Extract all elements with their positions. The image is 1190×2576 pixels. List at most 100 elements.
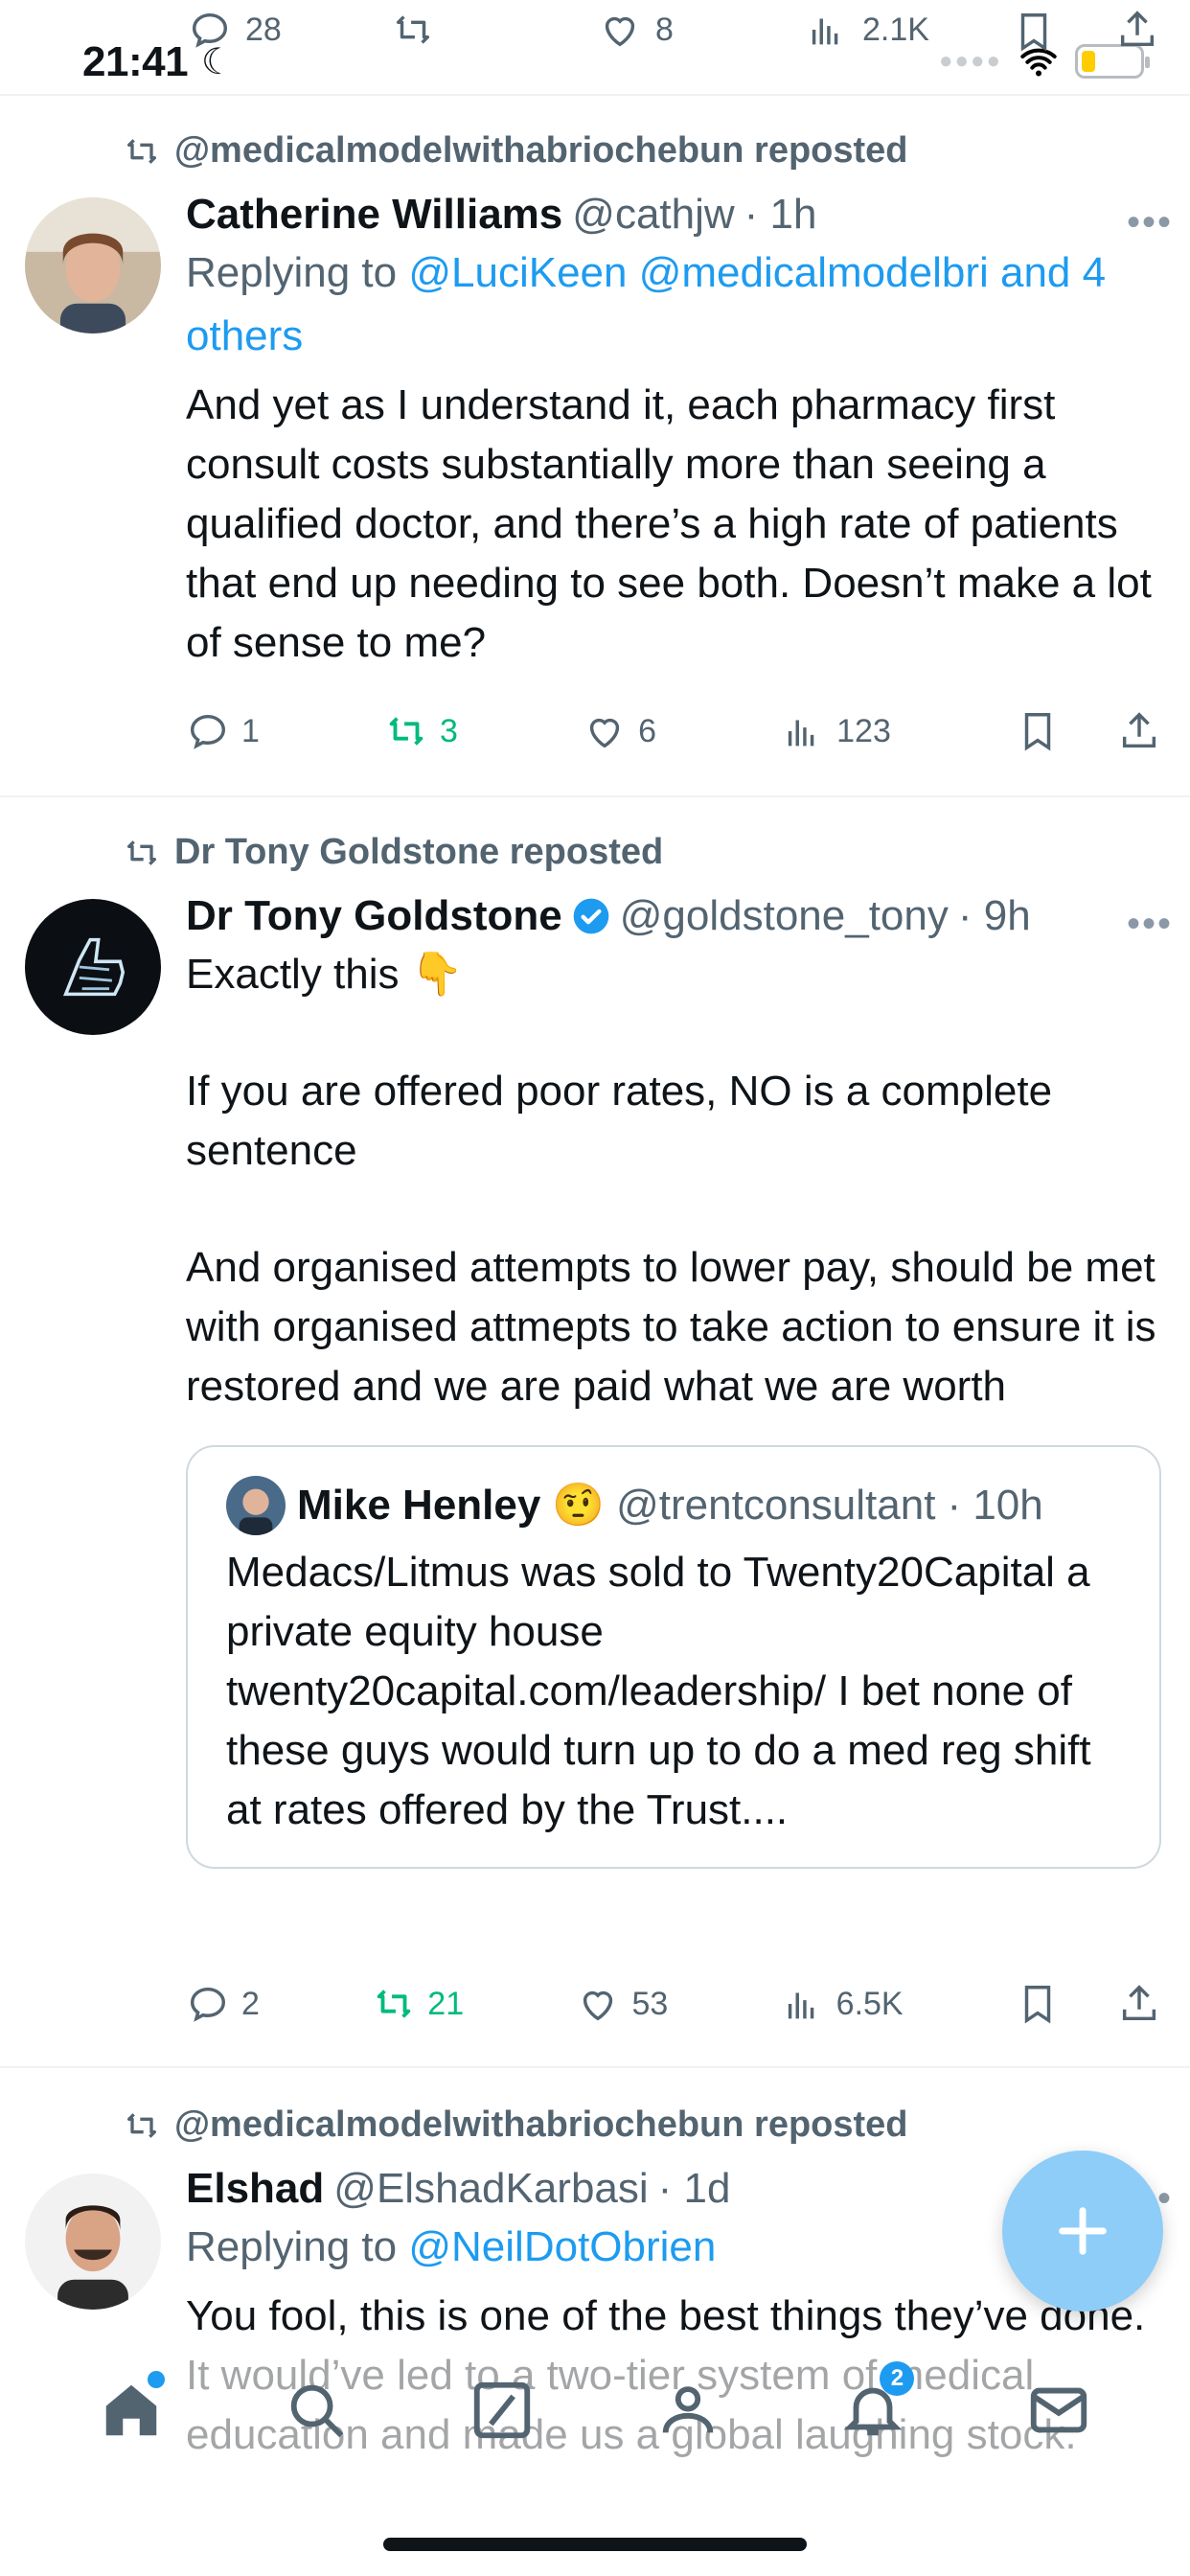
reply-button[interactable]: 1 <box>186 709 260 753</box>
avatar[interactable] <box>25 2174 161 2310</box>
replying-to-users[interactable]: @NeilDotObrien <box>408 2223 716 2270</box>
repost-indicator: @medicalmodelwithabriochebun reposted <box>123 2104 908 2146</box>
mail-icon <box>1030 2387 1087 2433</box>
heart-icon <box>589 718 620 748</box>
repost-icon <box>127 840 156 865</box>
repost-count: 21 <box>427 1985 465 2022</box>
repost-by-label: @medicalmodelwithabriochebun reposted <box>174 130 908 171</box>
reply-icon <box>190 1987 226 2022</box>
views-button[interactable]: 123 <box>781 709 891 753</box>
quote-author-handle: @trentconsultant <box>616 1482 936 1529</box>
reply-count: 2 <box>241 1985 260 2022</box>
views-count: 123 <box>836 712 891 749</box>
nav-communities[interactable] <box>654 2377 721 2444</box>
verified-badge-icon <box>573 898 609 934</box>
author-name[interactable]: Elshad <box>186 2162 324 2216</box>
prev-reply-count: 28 <box>245 11 282 48</box>
repost-icon <box>127 2112 156 2138</box>
tweet-time[interactable]: · 9h <box>958 889 1031 943</box>
tweet-actions: 1 3 6 123 <box>186 709 1161 753</box>
communities-icon <box>662 2386 714 2433</box>
tweet-text-line3: And organised attempts to lower pay, sho… <box>186 1244 1156 1410</box>
tweet-catherine-williams[interactable]: @medicalmodelwithabriochebun reposted Ca… <box>0 96 1190 797</box>
views-count: 6.5K <box>835 1985 904 2022</box>
tweet-text: And yet as I understand it, each pharmac… <box>186 381 1152 666</box>
avatar[interactable] <box>25 899 161 1035</box>
reply-count: 1 <box>241 712 260 749</box>
like-count: 53 <box>631 1985 669 2022</box>
views-icon <box>788 1992 813 2019</box>
quote-author-emoji: 🤨 <box>552 1482 606 1529</box>
views-icon <box>788 720 814 747</box>
tweet-time[interactable]: · 1d <box>658 2162 731 2216</box>
repost-button[interactable]: 3 <box>384 709 458 753</box>
tweet-text-line2: If you are offered poor rates, NO is a c… <box>186 1068 1053 1174</box>
views-icon <box>812 18 838 45</box>
prev-like-count: 8 <box>655 11 674 48</box>
prev-like-action[interactable]: 8 <box>598 8 674 52</box>
nav-notifications[interactable]: 2 <box>839 2361 915 2444</box>
tweet-text-line1: Exactly this 👇 <box>186 951 464 998</box>
nav-search[interactable] <box>283 2377 350 2444</box>
prev-bookmark-icon[interactable] <box>1012 10 1056 54</box>
like-button[interactable]: 6 <box>583 709 656 753</box>
replying-to-prefix: Replying to <box>186 2223 409 2270</box>
tweet-actions: 2 21 53 6.5K <box>186 1982 1161 2026</box>
home-indicator <box>383 2538 807 2551</box>
author-name[interactable]: Dr Tony Goldstone <box>186 889 562 943</box>
tweet-tony-goldstone[interactable]: Dr Tony Goldstone reposted Dr Tony Golds… <box>0 797 1190 2068</box>
reply-icon <box>192 12 228 48</box>
bookmark-icon[interactable] <box>1016 709 1060 753</box>
repost-icon <box>127 138 156 164</box>
quoted-tweet[interactable]: Mike Henley 🤨 @trentconsultant · 10h Med… <box>186 1445 1161 1869</box>
quote-author-name: Mike Henley <box>297 1482 541 1529</box>
reply-icon <box>190 714 226 749</box>
author-handle[interactable]: @ElshadKarbasi <box>333 2162 648 2216</box>
prev-repost-action[interactable] <box>391 8 435 52</box>
replying-to-prefix: Replying to <box>186 249 409 296</box>
quote-avatar <box>226 1476 286 1535</box>
status-time: 21:41 <box>82 38 189 85</box>
replying-to: Replying to @LuciKeen @medicalmodelbri a… <box>186 242 1161 368</box>
nav-grok[interactable] <box>469 2377 536 2444</box>
grok-icon <box>473 2381 531 2439</box>
author-handle[interactable]: @cathjw <box>572 188 734 242</box>
notification-badge: 2 <box>880 2361 915 2396</box>
repost-button[interactable]: 21 <box>372 1982 464 2026</box>
more-options-icon[interactable]: ••• <box>1127 201 1173 244</box>
views-button[interactable]: 6.5K <box>781 1982 904 2026</box>
repost-indicator: Dr Tony Goldstone reposted <box>123 832 663 873</box>
reply-button[interactable]: 2 <box>186 1982 260 2026</box>
avatar-photo <box>25 197 161 334</box>
signal-dots-icon: ●●●● <box>939 48 1002 74</box>
heart-icon <box>584 1990 613 2021</box>
share-icon[interactable] <box>1117 1982 1161 2026</box>
more-options-icon[interactable]: ••• <box>1127 903 1173 946</box>
prev-views-action[interactable]: 2.1K <box>805 8 929 52</box>
search-icon <box>291 2384 344 2438</box>
repost-icon <box>378 1990 411 2018</box>
repost-count: 3 <box>440 712 458 749</box>
repost-icon <box>396 15 430 44</box>
top-bar: 21:41 ☾ 28 8 2.1K ●●●● <box>0 0 1190 96</box>
share-icon[interactable] <box>1117 709 1161 753</box>
like-button[interactable]: 53 <box>576 1982 668 2026</box>
prev-share-icon[interactable] <box>1115 8 1159 52</box>
compose-button[interactable] <box>1002 2150 1163 2312</box>
prev-views-count: 2.1K <box>862 11 929 48</box>
heart-icon <box>605 16 635 47</box>
repost-by-label: @medicalmodelwithabriochebun reposted <box>174 2104 908 2145</box>
nav-messages[interactable] <box>1025 2377 1092 2444</box>
tweet-time[interactable]: · 1h <box>744 188 817 242</box>
plus-icon <box>1059 2207 1107 2255</box>
nav-home[interactable] <box>98 2371 165 2444</box>
prev-reply-action[interactable]: 28 <box>188 8 282 52</box>
repost-by-label: Dr Tony Goldstone reposted <box>174 832 664 872</box>
bookmark-icon[interactable] <box>1016 1982 1060 2026</box>
author-name[interactable]: Catherine Williams <box>186 188 562 242</box>
avatar-photo <box>25 899 161 1035</box>
home-unread-dot <box>147 2371 165 2388</box>
author-handle[interactable]: @goldstone_tony <box>620 889 949 943</box>
quote-text: Medacs/Litmus was sold to Twenty20Capita… <box>226 1549 1091 1833</box>
avatar[interactable] <box>25 197 161 334</box>
